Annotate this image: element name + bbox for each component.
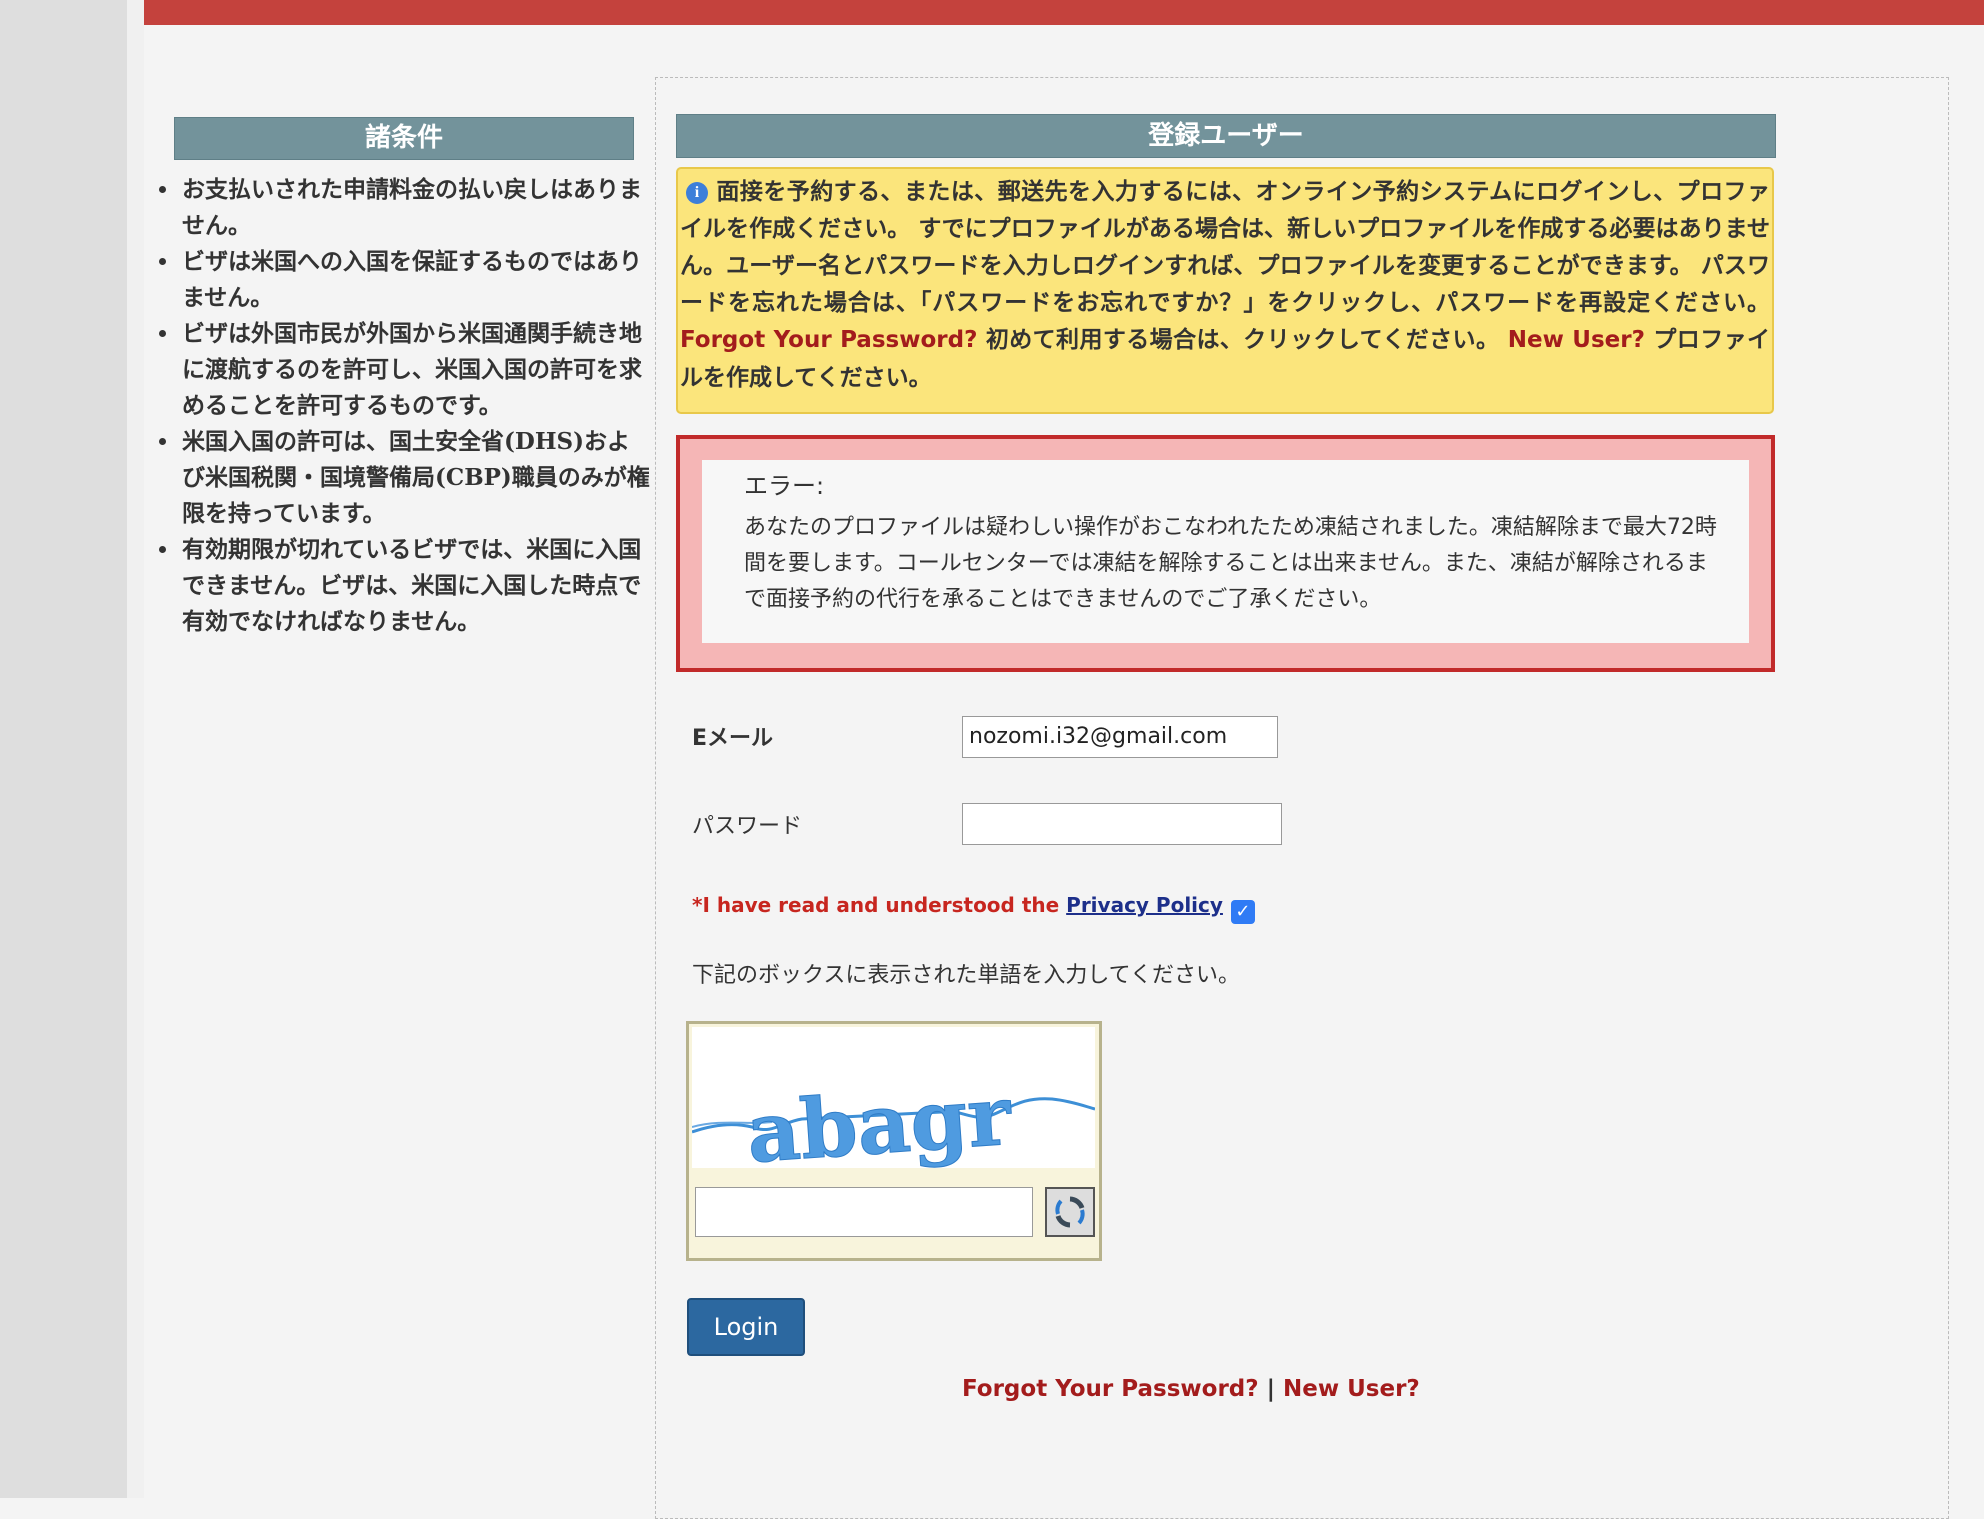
registered-user-header: 登録ユーザー — [676, 114, 1776, 158]
captcha-input[interactable] — [695, 1187, 1033, 1237]
captcha-box: abagr — [686, 1021, 1102, 1261]
email-label: Eメール — [692, 720, 773, 752]
error-alert: エラー: あなたのプロファイルは疑わしい操作がおこなわれたため凍結されました。凍… — [676, 435, 1775, 672]
password-label: パスワード — [692, 814, 803, 839]
info-new-user-link[interactable]: New User? — [1508, 327, 1645, 353]
captcha-instruction: 下記のボックスに表示された単語を入力してください。 — [692, 963, 1241, 988]
left-gutter — [0, 0, 127, 1498]
email-label-text: Eメール — [692, 726, 774, 751]
email-field[interactable]: nozomi.i32@gmail.com — [962, 716, 1278, 758]
info-forgot-password-link[interactable]: Forgot Your Password? — [680, 327, 977, 353]
password-field[interactable] — [962, 803, 1282, 845]
error-content: エラー: あなたのプロファイルは疑わしい操作がおこなわれたため凍結されました。凍… — [702, 460, 1749, 643]
link-separator: | — [1266, 1376, 1276, 1402]
captcha-refresh-button[interactable] — [1045, 1187, 1095, 1237]
login-button[interactable]: Login — [687, 1298, 805, 1356]
info-text: 面接を予約する、または、郵送先を入力するには、オンライン予約システムにログインし… — [680, 178, 1770, 316]
conditions-header: 諸条件 — [174, 117, 634, 160]
conditions-list: お支払いされた申請料金の払い戻しはありません。 ビザは米国への入国を保証するもの… — [150, 172, 650, 640]
captcha-image: abagr — [692, 1027, 1095, 1168]
condition-item: お支払いされた申請料金の払い戻しはありません。 — [180, 172, 650, 244]
gutter-edge — [127, 0, 144, 1498]
top-bar — [144, 0, 1984, 25]
forgot-password-link[interactable]: Forgot Your Password? — [962, 1376, 1259, 1402]
privacy-policy-link[interactable]: Privacy Policy — [1066, 893, 1223, 917]
error-title: エラー: — [744, 472, 825, 500]
privacy-consent: *I have read and understood the Privacy … — [692, 893, 1255, 924]
privacy-text: *I have read and understood the — [692, 893, 1067, 917]
captcha-svg: abagr — [692, 1067, 1095, 1168]
info-message: i 面接を予約する、または、郵送先を入力するには、オンライン予約システムにログイン… — [676, 167, 1774, 414]
info-icon: i — [686, 182, 708, 204]
bottom-links: Forgot Your Password? | New User? — [962, 1376, 1420, 1402]
condition-item: 米国入国の許可は、国土安全省(DHS)および米国税関・国境警備局(CBP)職員の… — [180, 424, 650, 532]
captcha-word: abagr — [744, 1068, 1016, 1168]
new-user-link[interactable]: New User? — [1283, 1376, 1420, 1402]
refresh-icon — [1055, 1196, 1085, 1228]
condition-item: ビザは米国への入国を保証するものではありません。 — [180, 244, 650, 316]
error-message: あなたのプロファイルは疑わしい操作がおこなわれたため凍結されました。凍結解除まで… — [744, 515, 1717, 612]
info-text: 初めて利用する場合は、クリックしてください。 — [977, 326, 1508, 353]
condition-item: 有効期限が切れているビザでは、米国に入国できません。ビザは、米国に入国した時点で… — [180, 532, 650, 640]
privacy-checkbox[interactable]: ✓ — [1230, 900, 1255, 924]
condition-item: ビザは外国市民が外国から米国通関手続き地に渡航するのを許可し、米国入国の許可を求… — [180, 316, 650, 424]
